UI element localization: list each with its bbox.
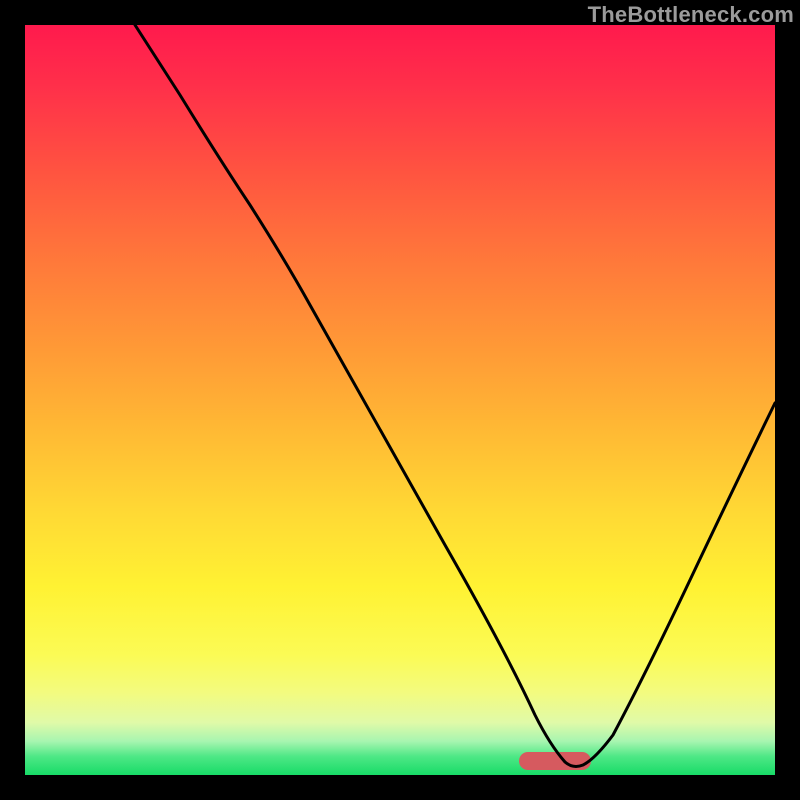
plot-area: [25, 25, 775, 775]
bottleneck-curve: [25, 25, 775, 775]
chart-frame: TheBottleneck.com: [0, 0, 800, 800]
watermark-text: TheBottleneck.com: [588, 2, 794, 28]
